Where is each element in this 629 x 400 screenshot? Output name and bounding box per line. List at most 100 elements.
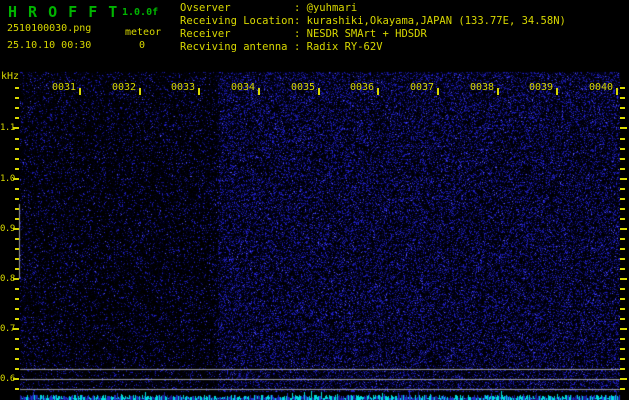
freq-minor-tick-right xyxy=(620,318,625,320)
freq-minor-tick-right xyxy=(620,138,625,140)
freq-minor-tick-left xyxy=(15,298,19,300)
hrofft-output-image: H R O F F T 1.0.0f 2510100030.png meteor… xyxy=(0,0,629,400)
freq-minor-tick-left xyxy=(15,138,19,140)
freq-minor-tick-left xyxy=(15,198,19,200)
freq-minor-tick-left xyxy=(15,258,19,260)
info-separator: : xyxy=(294,41,300,53)
freq-minor-tick-right xyxy=(620,338,625,340)
freq-minor-tick-right xyxy=(620,348,625,350)
info-label: Receiving Location xyxy=(180,15,294,28)
time-tick xyxy=(139,88,141,95)
freq-minor-tick-right xyxy=(620,388,625,390)
time-tick xyxy=(198,88,200,95)
freq-major-tick-right xyxy=(620,178,627,180)
time-tick xyxy=(318,88,320,95)
freq-minor-tick-left xyxy=(15,358,19,360)
info-value: @yuhmari xyxy=(307,2,358,14)
info-value: Radix RY-62V xyxy=(307,41,383,53)
info-separator: : xyxy=(294,28,300,40)
freq-minor-tick-right xyxy=(620,148,625,150)
freq-minor-tick-right xyxy=(620,188,625,190)
freq-minor-tick-right xyxy=(620,198,625,200)
time-tick xyxy=(258,88,260,95)
freq-minor-tick-left xyxy=(15,158,19,160)
info-value: kurashiki,Okayama,JAPAN (133.77E, 34.58N… xyxy=(307,15,566,27)
freq-axis-label: 0.9 xyxy=(0,223,15,235)
freq-minor-tick-right xyxy=(620,97,625,99)
app-version: 1.0.0f xyxy=(122,7,158,18)
freq-minor-tick-right xyxy=(620,158,625,160)
freq-minor-tick-right xyxy=(620,248,625,250)
info-label: Ovserver xyxy=(180,2,294,15)
time-tick xyxy=(377,88,379,95)
time-axis-label: 0032 xyxy=(112,82,138,93)
station-info-row: Ovserver: @yuhmari xyxy=(180,2,566,15)
freq-axis-label: 0.8 xyxy=(0,273,15,285)
freq-minor-tick-left xyxy=(15,308,19,310)
time-axis-label: 0036 xyxy=(350,82,376,93)
info-label: Recviving antenna xyxy=(180,41,294,54)
freq-minor-tick-right xyxy=(620,218,625,220)
freq-minor-tick-left xyxy=(15,208,19,210)
freq-minor-tick-right xyxy=(620,368,625,370)
freq-minor-tick-left xyxy=(15,318,19,320)
time-axis-label: 0038 xyxy=(470,82,496,93)
time-tick xyxy=(616,88,618,95)
freq-minor-tick-right xyxy=(620,298,625,300)
freq-minor-tick-left xyxy=(15,268,19,270)
time-axis-label: 0037 xyxy=(410,82,436,93)
time-tick xyxy=(497,88,499,95)
time-tick xyxy=(437,88,439,95)
info-separator: : xyxy=(294,15,300,27)
freq-minor-tick-right xyxy=(620,168,625,170)
freq-minor-tick-right xyxy=(620,258,625,260)
freq-minor-tick-left xyxy=(15,107,19,109)
freq-minor-tick-right xyxy=(620,238,625,240)
time-axis-label: 0035 xyxy=(291,82,317,93)
freq-major-tick-right xyxy=(620,328,627,330)
time-axis-label: 0034 xyxy=(231,82,257,93)
freq-minor-tick-right xyxy=(620,268,625,270)
freq-minor-tick-left xyxy=(15,188,19,190)
meteor-count-value: 0 xyxy=(139,40,145,51)
time-tick xyxy=(79,88,81,95)
freq-major-tick-right xyxy=(620,278,627,280)
freq-minor-tick-left xyxy=(15,238,19,240)
freq-minor-tick-right xyxy=(620,87,625,89)
freq-minor-tick-left xyxy=(15,288,19,290)
info-value: NESDR SMArt + HDSDR xyxy=(307,28,427,40)
meteor-count-label: meteor xyxy=(125,27,161,38)
freq-axis-label: 0.6 xyxy=(0,373,15,385)
freq-minor-tick-right xyxy=(620,308,625,310)
output-filename: 2510100030.png xyxy=(7,23,91,34)
freq-axis-unit-label: kHz xyxy=(1,71,19,82)
frame-timestamp: 25.10.10 00:30 xyxy=(7,40,91,51)
time-axis-label: 0033 xyxy=(171,82,197,93)
freq-minor-tick-left xyxy=(15,117,19,119)
freq-axis-label: 1.0 xyxy=(0,173,15,185)
freq-minor-tick-left xyxy=(15,168,19,170)
freq-major-tick-right xyxy=(620,127,627,129)
freq-minor-tick-left xyxy=(15,97,19,99)
time-axis-label: 0031 xyxy=(52,82,78,93)
app-title: H R O F F T xyxy=(8,3,118,21)
freq-minor-tick-left xyxy=(15,388,19,390)
freq-minor-tick-left xyxy=(15,218,19,220)
freq-major-tick-right xyxy=(620,228,627,230)
freq-minor-tick-left xyxy=(15,368,19,370)
freq-minor-tick-right xyxy=(620,107,625,109)
freq-minor-tick-left xyxy=(15,338,19,340)
freq-major-tick-right xyxy=(620,378,627,380)
freq-minor-tick-left xyxy=(15,148,19,150)
freq-minor-tick-right xyxy=(620,117,625,119)
station-info-row: Receiver: NESDR SMArt + HDSDR xyxy=(180,28,566,41)
spectrogram-canvas xyxy=(0,0,629,400)
time-tick xyxy=(556,88,558,95)
freq-axis-label: 1.1 xyxy=(0,122,15,134)
info-separator: : xyxy=(294,2,300,14)
freq-minor-tick-left xyxy=(15,248,19,250)
freq-minor-tick-right xyxy=(620,208,625,210)
station-info-block: Ovserver: @yuhmari Receiving Location: ku… xyxy=(180,2,566,54)
info-label: Receiver xyxy=(180,28,294,41)
freq-minor-tick-left xyxy=(15,87,19,89)
